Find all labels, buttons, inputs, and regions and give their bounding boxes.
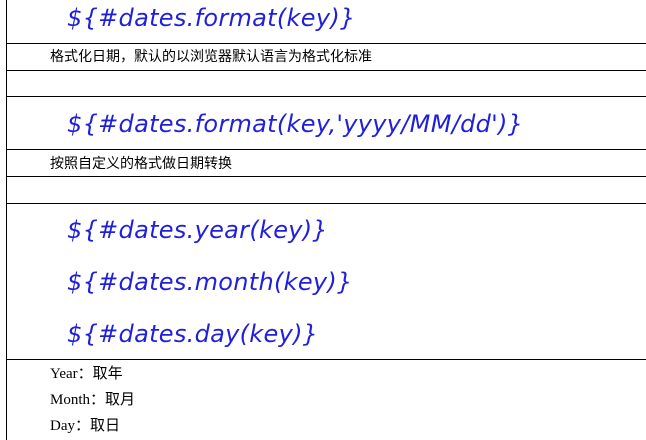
table-rule [6, 70, 646, 71]
code-dates-day: ${#dates.day(key)} [67, 320, 319, 348]
desc-dates-format: 格式化日期，默认的以浏览器默认语言为格式化标准 [50, 49, 372, 65]
desc-dates-format-pattern: 按照自定义的格式做日期转换 [50, 156, 232, 172]
table-rule [6, 359, 646, 360]
note-month: Month：取月 [50, 392, 136, 408]
code-dates-format: ${#dates.format(key)} [67, 4, 356, 32]
table-left-border [6, 0, 7, 440]
table-rule [6, 43, 646, 44]
table-rule [6, 149, 646, 150]
note-year: Year：取年 [50, 366, 123, 382]
code-dates-month: ${#dates.month(key)} [67, 268, 353, 296]
code-dates-year: ${#dates.year(key)} [67, 216, 329, 244]
note-day: Day：取日 [50, 418, 120, 434]
table-rule [6, 96, 646, 97]
table-rule [6, 176, 646, 177]
table-rule [6, 203, 646, 204]
document-page: ${#dates.format(key)} 格式化日期，默认的以浏览器默认语言为… [0, 0, 646, 440]
code-dates-format-pattern: ${#dates.format(key,'yyyy/MM/dd')} [67, 110, 524, 138]
